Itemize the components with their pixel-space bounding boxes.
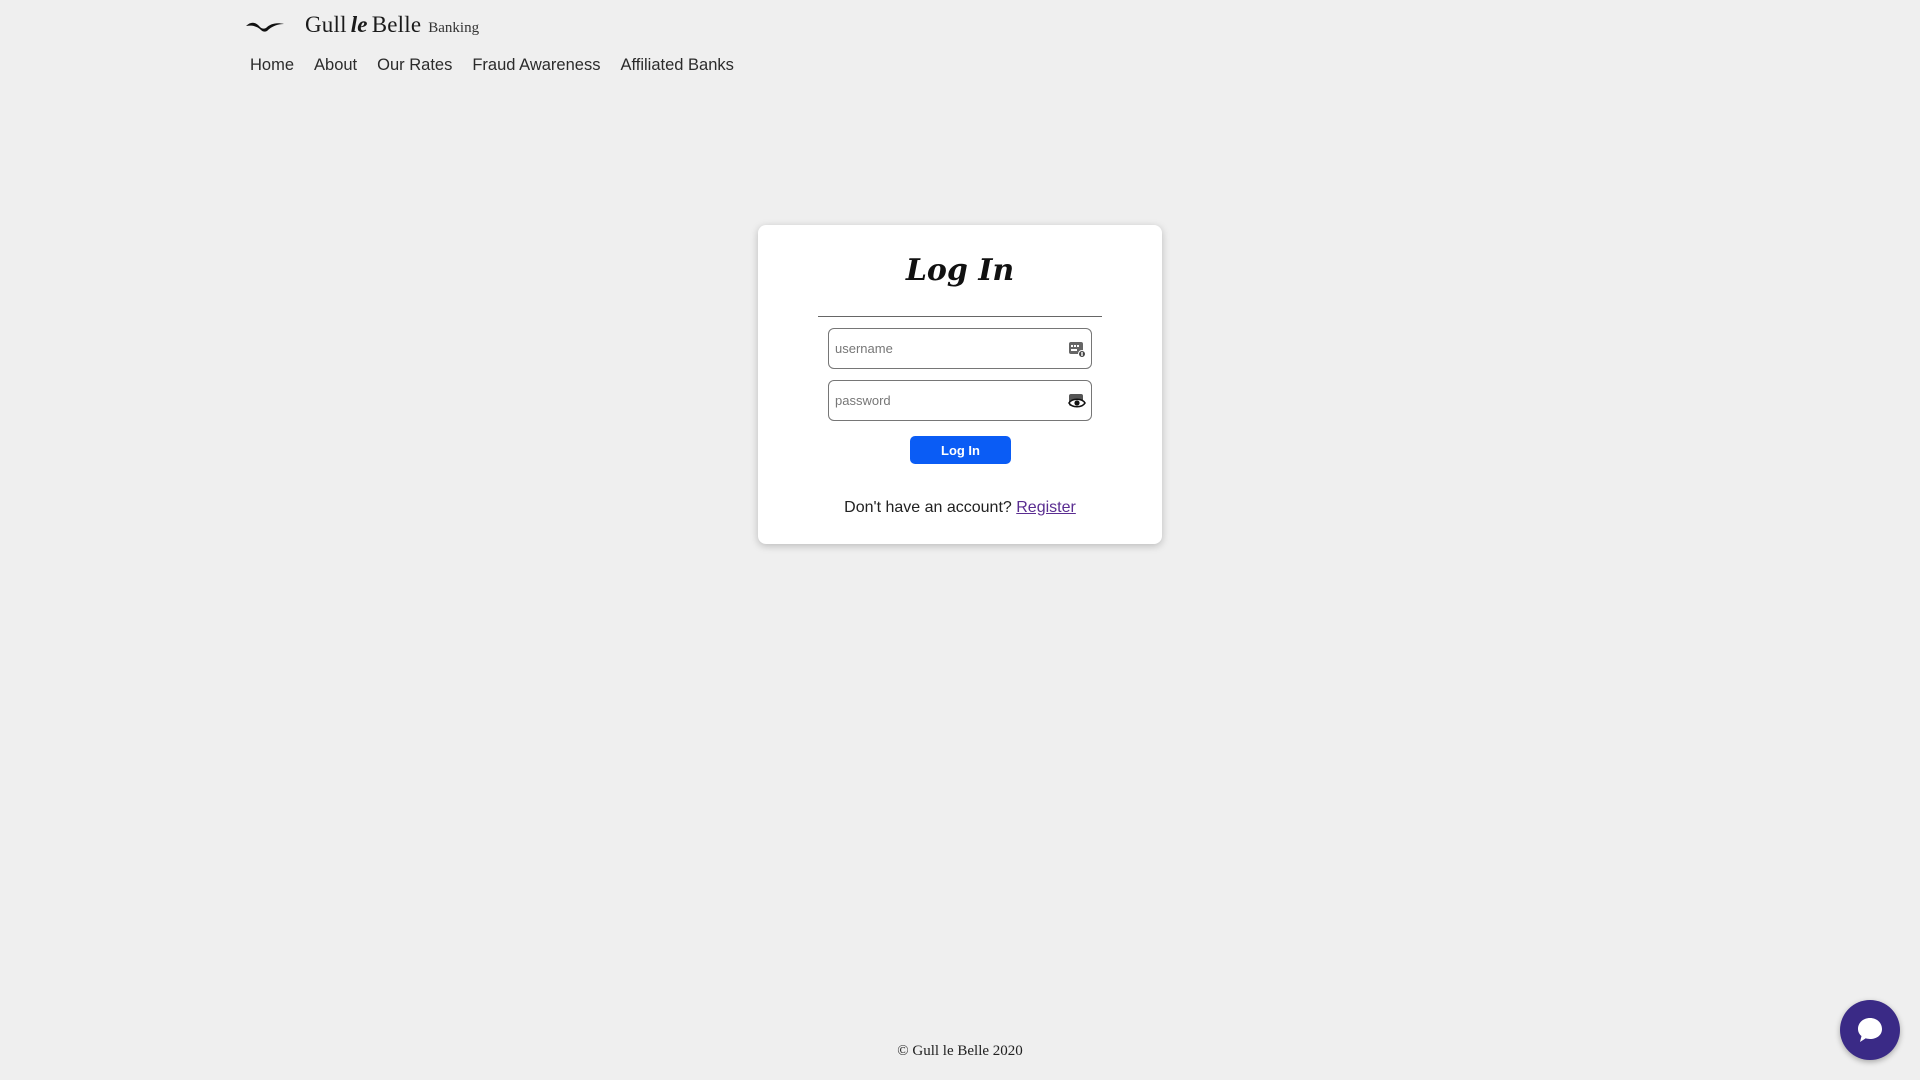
register-prompt: Don't have an account? [844, 499, 1012, 516]
page: Gull le Belle Banking Home About Our Rates… [0, 0, 1920, 1080]
nav-affiliated-banks[interactable]: Affiliated Banks [620, 56, 733, 75]
register-line: Don't have an account? Register [758, 499, 1162, 517]
eye-icon[interactable] [1068, 392, 1086, 410]
brand-name-first: Gull [305, 12, 347, 37]
login-card: Log In Log In Don't have [758, 225, 1162, 544]
nav-home[interactable]: Home [250, 56, 294, 75]
footer-copyright: © Gull le Belle 2020 [897, 1043, 1023, 1059]
title-divider [818, 316, 1102, 317]
nav-about[interactable]: About [314, 56, 357, 75]
username-field[interactable] [828, 328, 1092, 369]
password-input[interactable] [835, 381, 1055, 420]
password-field[interactable] [828, 380, 1092, 421]
username-input[interactable] [835, 329, 1055, 368]
brand-name: Gull le Belle [305, 12, 421, 38]
login-title: Log In [905, 253, 1015, 288]
gull-logo-icon [246, 22, 284, 32]
nav-fraud-awareness[interactable]: Fraud Awareness [472, 56, 600, 75]
autofill-card-icon[interactable] [1068, 340, 1086, 358]
brand[interactable]: Gull le Belle Banking [245, 12, 479, 42]
brand-name-mid: le [350, 12, 368, 37]
chat-button[interactable] [1840, 1000, 1900, 1060]
main-nav: Home About Our Rates Fraud Awareness Aff… [250, 56, 754, 75]
login-button[interactable]: Log In [910, 436, 1011, 464]
brand-name-last: Belle [371, 12, 422, 37]
nav-our-rates[interactable]: Our Rates [377, 56, 452, 75]
register-link[interactable]: Register [1016, 499, 1076, 516]
chat-bubble-icon [1858, 1018, 1882, 1042]
brand-subtitle: Banking [428, 20, 480, 36]
